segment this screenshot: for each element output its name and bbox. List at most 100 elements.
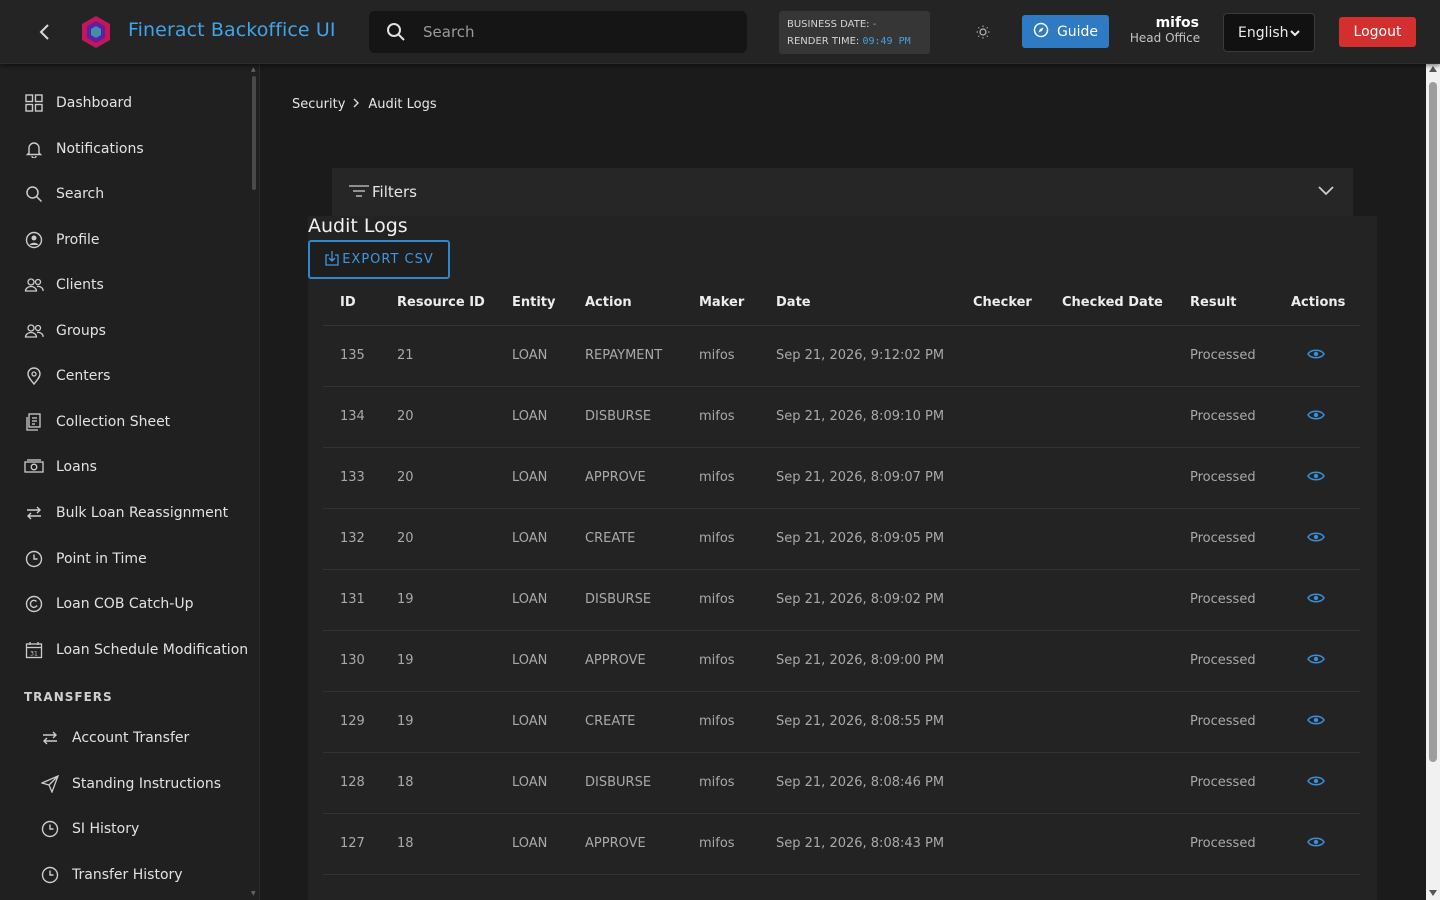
page-scrollbar[interactable] [1426,64,1440,900]
table-row[interactable]: 129 19 LOAN CREATE mifos Sep 21, 2026, 8:08:5… [323,691,1360,753]
column-header-action[interactable]: Action [585,280,699,326]
cell-checker [973,630,1062,692]
cell-actions [1291,752,1360,814]
column-header-date[interactable]: Date [776,280,973,326]
back-arrow-icon[interactable] [30,18,58,46]
table-row[interactable]: 130 19 LOAN APPROVE mifos Sep 21, 2026, 8:09:… [323,630,1360,692]
clock-icon [24,549,44,569]
sidebar-item-si-history[interactable]: SI History [0,809,250,849]
column-header-id[interactable]: ID [323,280,397,326]
breadcrumb-security[interactable]: Security [292,97,345,112]
cell-resource-id: 20 [397,386,512,448]
sidebar-item-transfer-history[interactable]: Transfer History [0,855,250,895]
cell-id: 134 [323,386,397,448]
cell-checked-date [1062,386,1190,448]
export-csv-button[interactable]: EXPORT CSV [308,240,450,279]
app-title[interactable]: Fineract Backoffice UI [128,19,336,41]
view-eye-icon[interactable] [1307,531,1325,543]
cell-maker: mifos [699,752,776,814]
cell-resource-id: 19 [397,691,512,753]
table-row[interactable]: 132 20 LOAN CREATE mifos Sep 21, 2026, 8:09:0… [323,508,1360,570]
search-input[interactable] [423,23,723,41]
page-scrollbar-thumb[interactable] [1429,82,1437,762]
column-header-result[interactable]: Result [1190,280,1291,326]
cell-entity: LOAN [512,691,585,753]
business-date-panel: BUSINESS DATE: - RENDER TIME: 09:49 PM [779,11,930,54]
cell-resource-id: 20 [397,447,512,509]
scroll-up-icon[interactable] [1429,66,1437,72]
cell-result: Processed [1190,386,1291,448]
global-search[interactable] [369,11,747,53]
view-eye-icon[interactable] [1307,409,1325,421]
cell-checker [973,691,1062,753]
column-header-resource-id[interactable]: Resource ID [397,280,512,326]
cell-checker [973,447,1062,509]
cell-maker: mifos [699,386,776,448]
sidebar-item-groups[interactable]: Groups [0,311,250,351]
column-header-entity[interactable]: Entity [512,280,585,326]
scroll-up-icon[interactable]: ▲ [251,66,256,73]
theme-toggle-icon[interactable] [972,21,994,43]
sidebar-item-loan-schedule-modification[interactable]: 31 Loan Schedule Modification [0,630,250,670]
sidebar-item-loan-cob-catch-up[interactable]: Loan COB Catch-Up [0,584,250,624]
cell-checker [973,813,1062,875]
table-row[interactable]: 128 18 LOAN DISBURSE mifos Sep 21, 2026, 8:08… [323,752,1360,814]
view-eye-icon[interactable] [1307,775,1325,787]
logout-button[interactable]: Logout [1339,17,1416,47]
chevron-right-icon [353,97,360,112]
sidebar-item-centers[interactable]: Centers [0,356,250,396]
sidebar-item-label: Transfer History [72,867,183,883]
cell-resource-id: 18 [397,752,512,814]
view-eye-icon[interactable] [1307,470,1325,482]
view-eye-icon[interactable] [1307,714,1325,726]
sidebar-item-collection-sheet[interactable]: Collection Sheet [0,402,250,442]
table-row[interactable]: 133 20 LOAN APPROVE mifos Sep 21, 2026, 8:09:… [323,447,1360,509]
breadcrumb-audit-logs: Audit Logs [368,97,437,112]
language-select[interactable]: English [1223,13,1315,52]
sidebar-item-label: Loan COB Catch-Up [56,596,194,612]
cell-entity: LOAN [512,447,585,509]
sidebar-item-search[interactable]: Search [0,174,250,214]
catch-up-icon [24,594,44,614]
column-header-checker[interactable]: Checker [973,280,1062,326]
column-header-maker[interactable]: Maker [699,280,776,326]
download-icon [324,250,340,270]
sidebar-item-profile[interactable]: Profile [0,220,250,260]
scroll-down-icon[interactable]: ▼ [251,890,256,897]
sidebar-item-notifications[interactable]: Notifications [0,129,250,169]
cell-entity: LOAN [512,386,585,448]
view-eye-icon[interactable] [1307,592,1325,604]
sidebar-item-account-transfer[interactable]: Account Transfer [0,718,250,758]
sidebar-scrollbar-thumb[interactable] [252,76,256,190]
view-eye-icon[interactable] [1307,653,1325,665]
sidebar-item-standing-instructions[interactable]: Standing Instructions [0,764,250,804]
table-row[interactable]: 131 19 LOAN DISBURSE mifos Sep 21, 2026, 8:09… [323,569,1360,631]
breadcrumb: Security Audit Logs [292,97,437,112]
cell-checker [973,569,1062,631]
guide-button[interactable]: Guide [1022,15,1109,48]
cell-result: Processed [1190,813,1291,875]
sidebar-item-dashboard[interactable]: Dashboard [0,83,250,123]
column-header-checked-date[interactable]: Checked Date [1062,280,1190,326]
sidebar-item-clients[interactable]: Clients [0,265,250,305]
view-eye-icon[interactable] [1307,348,1325,360]
cell-result: Processed [1190,508,1291,570]
view-eye-icon[interactable] [1307,836,1325,848]
profile-icon [24,230,44,250]
sidebar-item-point-in-time[interactable]: Point in Time [0,539,250,579]
user-info[interactable]: mifos Head Office [1120,15,1210,46]
cell-date: Sep 21, 2026, 8:09:10 PM [776,386,973,448]
sidebar-item-bulk-loan-reassignment[interactable]: Bulk Loan Reassignment [0,493,250,533]
cell-maker: mifos [699,508,776,570]
compass-icon [1033,22,1049,42]
table-row[interactable]: 127 18 LOAN APPROVE mifos Sep 21, 2026, 8:08:… [323,813,1360,875]
scroll-down-icon[interactable] [1429,890,1437,896]
filters-panel[interactable]: Filters [332,168,1353,216]
sidebar-item-loans[interactable]: Loans [0,447,250,487]
chevron-down-icon[interactable] [1317,182,1335,201]
cell-entity: LOAN [512,813,585,875]
table-row[interactable]: 135 21 LOAN REPAYMENT mifos Sep 21, 2026, 9:1… [323,325,1360,387]
table-row[interactable]: 134 20 LOAN DISBURSE mifos Sep 21, 2026, 8:09… [323,386,1360,448]
filters-label: Filters [372,183,417,201]
cell-actions [1291,508,1360,570]
